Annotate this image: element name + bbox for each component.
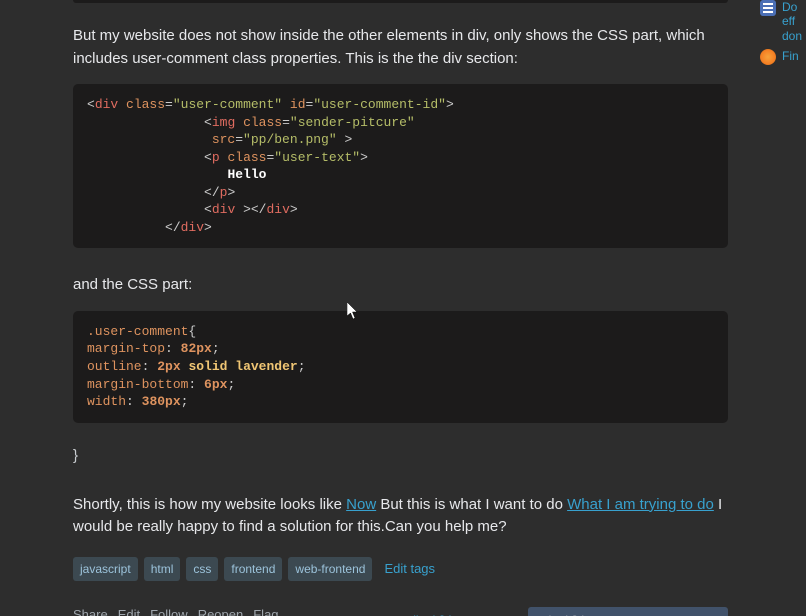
avatar-icon (760, 49, 776, 65)
sidebar-item-user[interactable]: Fin (760, 49, 806, 65)
asked-timestamp: asked 3 hours ago (536, 613, 635, 616)
tag-frontend[interactable]: frontend (224, 557, 282, 581)
right-sidebar: Do eff don Fin (760, 0, 806, 71)
tag-web-frontend[interactable]: web-frontend (288, 557, 372, 581)
edited-timestamp[interactable]: edited 2 hours ago (403, 613, 502, 616)
para3-text-b: But this is what I want to do (376, 496, 567, 513)
tag-html[interactable]: html (144, 557, 181, 581)
post-paragraph-1: But my website does not show inside the … (73, 25, 728, 70)
asked-card[interactable]: asked 3 hours ago (528, 607, 728, 616)
tag-css[interactable]: css (186, 557, 218, 581)
post-paragraph-2: and the CSS part: (73, 274, 728, 297)
stray-closing-brace: } (73, 447, 728, 464)
tag-javascript[interactable]: javascript (73, 557, 138, 581)
flag-link[interactable]: Flag (253, 607, 278, 616)
link-trying[interactable]: What I am trying to do (567, 496, 714, 513)
previous-code-block-bottom (73, 0, 728, 3)
edit-link[interactable]: Edit (118, 607, 140, 616)
tag-list: javascript html css frontend web-fronten… (73, 557, 728, 581)
question-body: But my website does not show inside the … (0, 0, 728, 616)
meta-icon (760, 0, 776, 16)
share-link[interactable]: Share (73, 607, 108, 616)
code-block-html: <div class="user-comment" id="user-comme… (73, 84, 728, 248)
post-actions-row: Share Edit Follow Reopen Flag edited 2 h… (73, 607, 728, 616)
edit-tags-link[interactable]: Edit tags (384, 561, 435, 576)
sidebar-link-user: Fin (782, 49, 799, 65)
post-paragraph-3: Shortly, this is how my website looks li… (73, 494, 728, 539)
para3-text-a: Shortly, this is how my website looks li… (73, 496, 346, 513)
code-block-css: .user-comment{ margin-top: 82px; outline… (73, 311, 728, 423)
reopen-link[interactable]: Reopen (198, 607, 244, 616)
post-action-links: Share Edit Follow Reopen Flag (73, 607, 403, 616)
sidebar-link-meta: Do eff don (782, 0, 802, 43)
link-now[interactable]: Now (346, 496, 376, 513)
sidebar-item-meta[interactable]: Do eff don (760, 0, 806, 43)
follow-link[interactable]: Follow (150, 607, 188, 616)
